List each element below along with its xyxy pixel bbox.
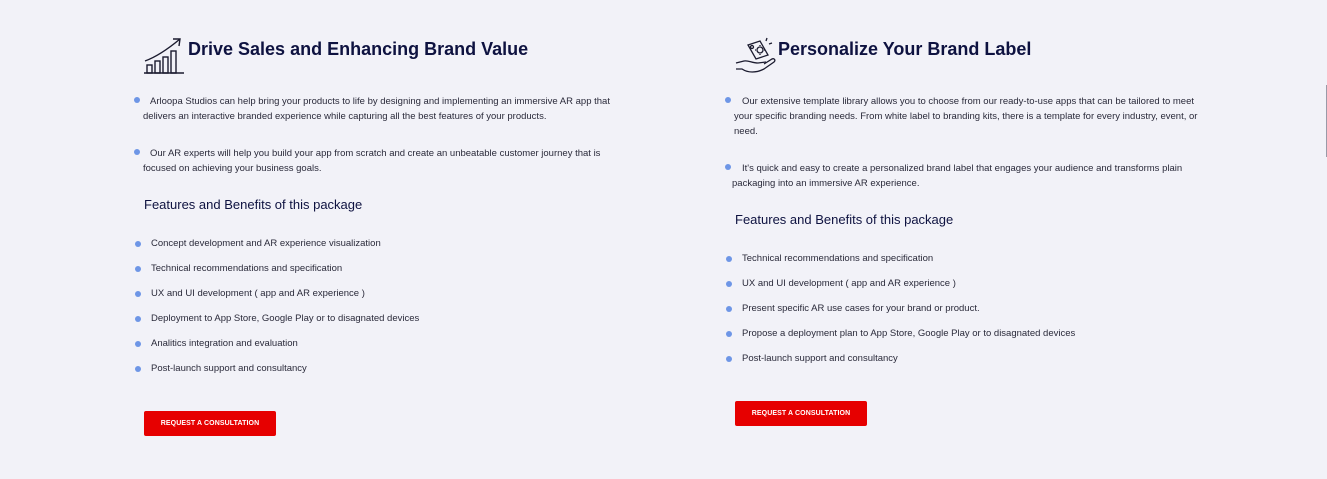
request-consultation-button[interactable]: REQUEST A CONSULTATION <box>735 401 867 426</box>
request-consultation-button[interactable]: REQUEST A CONSULTATION <box>144 411 276 436</box>
package-title: Personalize Your Brand Label <box>778 39 1032 59</box>
hand-label-icon <box>735 37 776 73</box>
bullet-icon <box>134 149 140 155</box>
intro-paragraph: It's quick and easy to create a personal… <box>732 163 1183 189</box>
feature-item: Concept development and AR experience vi… <box>135 238 635 263</box>
features-list: Technical recommendations and specificat… <box>726 253 1226 378</box>
feature-item: Propose a deployment plan to App Store, … <box>726 328 1226 353</box>
features-list: Concept development and AR experience vi… <box>135 238 635 388</box>
package-title: Drive Sales and Enhancing Brand Value <box>188 39 529 59</box>
feature-item: Technical recommendations and specificat… <box>726 253 1226 278</box>
feature-item: Present specific AR use cases for your b… <box>726 303 1226 328</box>
intro-paragraph: Our extensive template library allows yo… <box>734 96 1198 137</box>
feature-item: UX and UI development ( app and AR exper… <box>726 278 1226 303</box>
bullet-icon <box>134 97 140 103</box>
feature-item: Deployment to App Store, Google Play or … <box>135 313 635 338</box>
package-header: Personalize Your Brand Label <box>734 37 1031 79</box>
feature-item: Post-launch support and consultancy <box>726 353 1226 378</box>
feature-item: Analitics integration and evaluation <box>135 338 635 363</box>
package-header: Drive Sales and Enhancing Brand Value <box>142 37 528 79</box>
bullet-icon <box>725 97 731 103</box>
feature-item: Post-launch support and consultancy <box>135 363 635 388</box>
feature-item: UX and UI development ( app and AR exper… <box>135 288 635 313</box>
intro-paragraph: Arloopa Studios can help bring your prod… <box>143 96 610 122</box>
growth-chart-icon <box>144 38 184 74</box>
bullet-icon <box>725 164 731 170</box>
feature-item: Technical recommendations and specificat… <box>135 263 635 288</box>
intro-paragraph: Our AR experts will help you build your … <box>143 148 601 174</box>
features-heading: Features and Benefits of this package <box>735 212 954 227</box>
features-heading: Features and Benefits of this package <box>144 197 363 212</box>
